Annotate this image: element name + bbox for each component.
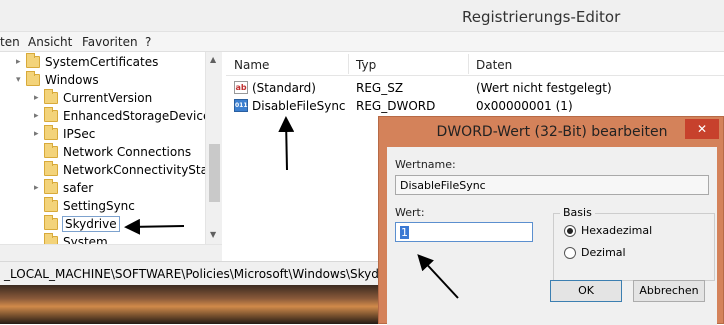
radio-empty-icon[interactable] bbox=[564, 246, 576, 259]
cancel-button[interactable]: Abbrechen bbox=[633, 280, 705, 302]
radio-selected-icon[interactable] bbox=[564, 224, 576, 237]
tree-item-label: safer bbox=[63, 181, 94, 195]
folder-icon bbox=[44, 233, 58, 244]
tree-item-label: CurrentVersion bbox=[63, 91, 153, 105]
dword-value-icon: 011 bbox=[234, 99, 248, 112]
folder-icon bbox=[44, 215, 58, 230]
wertname-label: Wertname: bbox=[395, 158, 456, 171]
scrollbar-thumb[interactable] bbox=[209, 144, 220, 202]
radio-hexadecimal[interactable]: Hexadezimal bbox=[564, 224, 652, 237]
tree-item[interactable]: NetworkConnectivityStatu bbox=[34, 161, 220, 179]
wert-input-value: 1 bbox=[400, 226, 409, 239]
edit-dword-dialog: DWORD-Wert (32-Bit) bearbeiten ✕ Wertnam… bbox=[378, 116, 724, 325]
ok-button[interactable]: OK bbox=[550, 280, 622, 302]
column-divider[interactable] bbox=[348, 54, 349, 74]
chevron-right-icon[interactable]: ▸ bbox=[34, 183, 44, 193]
column-header-type[interactable]: Typ bbox=[356, 58, 376, 72]
folder-icon bbox=[44, 125, 58, 140]
table-row[interactable]: ab (Standard) REG_SZ (Wert nicht festgel… bbox=[226, 79, 724, 97]
chevron-right-icon[interactable]: ▸ bbox=[34, 129, 44, 139]
folder-icon bbox=[26, 53, 40, 68]
chevron-right-icon[interactable]: ▸ bbox=[16, 57, 26, 67]
tree-item-label: Skydrive bbox=[62, 216, 120, 232]
wertname-field: DisableFileSync bbox=[395, 175, 709, 195]
basis-label: Basis bbox=[560, 206, 595, 219]
tree-item[interactable]: Network Connections bbox=[34, 143, 191, 161]
menu-item-help[interactable]: ? bbox=[145, 35, 151, 49]
tree-item[interactable]: ▸ EnhancedStorageDevices bbox=[34, 107, 217, 125]
dialog-body: Wertname: DisableFileSync Wert: 1 Basis … bbox=[387, 147, 717, 325]
tree-item[interactable]: ▸ safer bbox=[34, 179, 93, 197]
tree-item-label: SystemCertificates bbox=[45, 55, 159, 69]
value-data: 0x00000001 (1) bbox=[476, 99, 573, 113]
tree-item-label: NetworkConnectivityStatu bbox=[63, 163, 221, 177]
radio-decimal[interactable]: Dezimal bbox=[564, 246, 626, 259]
tree-item[interactable]: ▸ CurrentVersion bbox=[34, 89, 152, 107]
tree-item-label: IPSec bbox=[63, 127, 96, 141]
folder-icon bbox=[44, 89, 58, 104]
tree-item[interactable]: SettingSync bbox=[34, 197, 135, 215]
tree-item-label: Windows bbox=[45, 73, 99, 87]
chevron-right-icon[interactable]: ▸ bbox=[34, 93, 44, 103]
key-tree: ▸ SystemCertificates ▾ Windows ▸ Current… bbox=[0, 52, 222, 244]
folder-icon bbox=[26, 71, 40, 86]
chevron-right-icon[interactable]: ▸ bbox=[34, 111, 44, 121]
radio-label: Dezimal bbox=[581, 246, 626, 259]
menu-item-favorites[interactable]: Favoriten bbox=[82, 35, 138, 49]
tree-item[interactable]: System bbox=[34, 233, 108, 244]
tree-item-selected[interactable]: Skydrive bbox=[34, 215, 120, 233]
folder-icon bbox=[44, 197, 58, 212]
folder-icon bbox=[44, 143, 58, 158]
wert-label: Wert: bbox=[395, 206, 425, 219]
folder-icon bbox=[44, 179, 58, 194]
basis-group: Basis Hexadezimal Dezimal bbox=[553, 206, 715, 281]
tree-item[interactable]: ▸ IPSec bbox=[34, 125, 95, 143]
scroll-up-icon[interactable]: ▲ bbox=[210, 55, 216, 64]
close-button[interactable]: ✕ bbox=[685, 119, 719, 139]
value-name: (Standard) bbox=[252, 81, 316, 95]
scroll-down-icon[interactable]: ▼ bbox=[210, 230, 216, 239]
status-path: _LOCAL_MACHINE\SOFTWARE\Policies\Microso… bbox=[4, 267, 402, 281]
value-type: REG_DWORD bbox=[356, 99, 436, 113]
chevron-down-icon[interactable]: ▾ bbox=[16, 75, 26, 85]
tree-item[interactable]: ▾ Windows bbox=[16, 71, 99, 89]
radio-label: Hexadezimal bbox=[581, 224, 653, 237]
column-header-data[interactable]: Daten bbox=[476, 58, 512, 72]
column-divider[interactable] bbox=[468, 54, 469, 74]
tree-item-label: EnhancedStorageDevices bbox=[63, 109, 217, 123]
folder-icon bbox=[44, 107, 58, 122]
folder-icon bbox=[44, 161, 58, 176]
column-header-name[interactable]: Name bbox=[234, 58, 269, 72]
menu-item-view[interactable]: Ansicht bbox=[28, 35, 72, 49]
menu-bar: ten Ansicht Favoriten ? bbox=[0, 32, 724, 52]
tree-item-label: Network Connections bbox=[63, 145, 192, 159]
table-row[interactable]: 011 DisableFileSync REG_DWORD 0x00000001… bbox=[226, 97, 724, 115]
tree-item-label: SettingSync bbox=[63, 199, 135, 213]
tree-item[interactable]: ▸ SystemCertificates bbox=[16, 53, 158, 71]
list-header: Name Typ Daten bbox=[226, 52, 724, 76]
tree-item-label: System bbox=[63, 235, 108, 244]
wert-input[interactable]: 1 bbox=[395, 222, 533, 242]
registry-editor-window: Registrierungs-Editor ten Ansicht Favori… bbox=[0, 0, 724, 325]
value-data: (Wert nicht festgelegt) bbox=[476, 81, 612, 95]
title-bar: Registrierungs-Editor bbox=[0, 0, 724, 32]
dialog-title: DWORD-Wert (32-Bit) bearbeiten bbox=[436, 124, 668, 140]
string-value-icon: ab bbox=[234, 81, 248, 94]
tree-horizontal-scrollbar[interactable] bbox=[0, 244, 222, 261]
value-type: REG_SZ bbox=[356, 81, 404, 95]
value-name: DisableFileSync bbox=[252, 99, 346, 113]
window-title: Registrierungs-Editor bbox=[462, 8, 621, 26]
tree-vertical-scrollbar[interactable]: ▲ ▼ bbox=[205, 52, 222, 244]
menu-item-edit[interactable]: ten bbox=[0, 35, 20, 49]
